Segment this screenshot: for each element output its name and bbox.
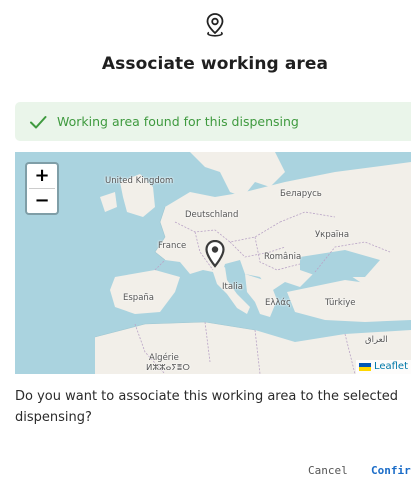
leaflet-link[interactable]: Leaflet <box>374 360 408 374</box>
map-label-ukraine: Україна <box>315 230 350 240</box>
ukraine-flag-icon <box>358 363 371 371</box>
map-marker-icon[interactable] <box>205 240 225 268</box>
zoom-in-button[interactable]: + <box>29 164 55 189</box>
map-label-iraq: العراق <box>365 335 388 345</box>
confirmation-question: Do you want to associate this working ar… <box>15 389 398 425</box>
zoom-out-button[interactable]: − <box>29 189 55 213</box>
associate-working-area-dialog: Associate working area Working area foun… <box>0 0 411 477</box>
map-label-france: France <box>158 241 187 251</box>
map-label-romania: România <box>264 252 302 262</box>
zoom-control: + − <box>25 162 59 215</box>
map-label-united-kingdom: United Kingdom <box>105 176 174 186</box>
success-alert: Working area found for this dispensing <box>15 102 411 141</box>
map-view[interactable]: + − United Kingdom Беларусь Deutschland … <box>15 152 411 374</box>
map-attribution: Leaflet <box>355 360 411 374</box>
alert-text: Working area found for this dispensing <box>57 114 299 129</box>
map-label-algeria-tifinagh: ⵍⵣⵣⴰⵢⴻⵔ <box>146 363 190 373</box>
check-icon <box>30 115 47 128</box>
map-label-espana: España <box>123 293 154 303</box>
dialog-title: Associate working area <box>101 54 329 74</box>
map-label-algerie: Algérie <box>149 353 179 363</box>
cancel-button[interactable]: Cancel <box>308 464 348 477</box>
map-label-greece: Ελλάς <box>265 298 292 308</box>
map-label-italia: Italia <box>222 282 243 292</box>
map-label-turkiye: Türkiye <box>325 298 356 308</box>
map-label-deutschland: Deutschland <box>185 210 239 220</box>
confirm-button[interactable]: Confirm <box>371 464 411 477</box>
map-label-belarus: Беларусь <box>280 189 322 199</box>
map-pin-icon <box>206 13 224 37</box>
